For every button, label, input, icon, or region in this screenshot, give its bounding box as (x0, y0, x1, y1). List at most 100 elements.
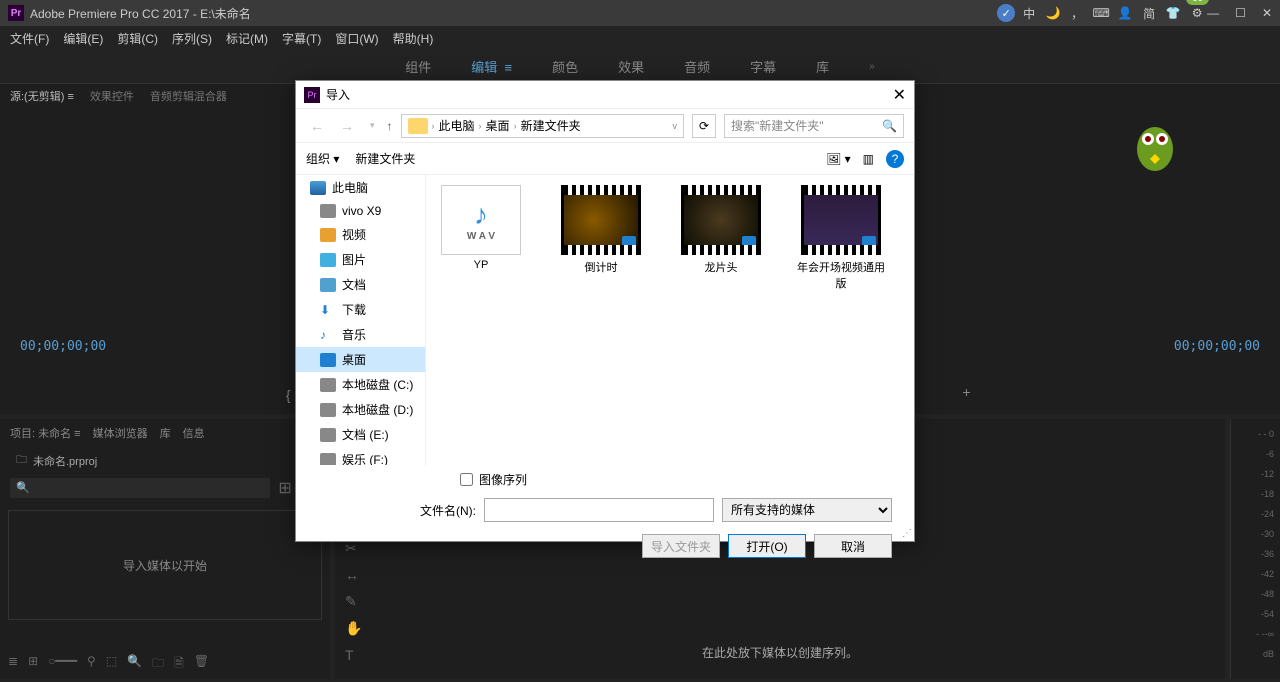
ime-punct[interactable]: ， (1067, 3, 1087, 23)
ws-overflow-icon[interactable]: » (869, 61, 875, 72)
new-item-icon[interactable]: 🗎 (174, 654, 184, 675)
sidebar-item[interactable]: 此电脑 (296, 175, 425, 200)
pen-icon[interactable]: ✎ (345, 593, 362, 610)
menu-sequence[interactable]: 序列(S) (172, 30, 212, 47)
tab-info[interactable]: 信息 (183, 425, 205, 441)
tab-libraries[interactable]: 库 (160, 425, 171, 441)
project-search[interactable] (10, 478, 270, 498)
file-item[interactable]: 倒计时 (556, 185, 646, 275)
menu-window[interactable]: 窗口(W) (335, 30, 378, 47)
filter-icon[interactable]: ⊞ (278, 478, 291, 498)
media-drop-zone[interactable]: 导入媒体以开始 (8, 510, 322, 620)
menu-edit[interactable]: 编辑(E) (63, 30, 103, 47)
timeline-drop-hint: 在此处放下媒体以创建序列。 (702, 644, 858, 661)
image-sequence-checkbox[interactable] (460, 473, 473, 486)
tab-media-browser[interactable]: 媒体浏览器 (93, 425, 148, 441)
icon-view-icon[interactable]: ⊞ (28, 654, 38, 675)
menu-file[interactable]: 文件(F) (10, 30, 49, 47)
ws-tab-libraries[interactable]: 库 (816, 57, 829, 76)
dialog-close-button[interactable]: ✕ (893, 85, 906, 105)
view-menu[interactable]: 🖼 ▾ (826, 152, 851, 166)
ime-zhong[interactable]: 中 (1019, 3, 1039, 23)
tab-project[interactable]: 项目: 未命名 ≡ (10, 425, 81, 441)
ime-gear-icon[interactable]: ⚙ (1187, 3, 1207, 23)
ws-tab-editing[interactable]: 编辑 ≡ (471, 57, 512, 76)
menu-title[interactable]: 字幕(T) (282, 30, 321, 47)
sidebar-item-label: 文档 (E:) (342, 426, 389, 443)
sidebar-item[interactable]: 文档 (296, 272, 425, 297)
sidebar-item[interactable]: vivo X9 (296, 200, 425, 222)
sidebar-item[interactable]: 文档 (E:) (296, 422, 425, 447)
ime-jian[interactable]: 简 (1139, 3, 1159, 23)
zoom-slider[interactable]: ○━━━ (48, 654, 77, 675)
slip-icon[interactable]: ↔ (345, 567, 362, 583)
ime-user-icon[interactable]: 👤 (1115, 3, 1135, 23)
ws-tab-audio[interactable]: 音频 (684, 57, 710, 76)
sidebar-item[interactable]: ⬇下载 (296, 297, 425, 322)
file-filter-select[interactable]: 所有支持的媒体 (722, 498, 892, 522)
nav-back-icon[interactable]: ← (306, 118, 328, 134)
new-bin-icon[interactable]: 🗀 (152, 654, 164, 675)
import-folder-button[interactable]: 导入文件夹 (642, 534, 720, 558)
trash-icon[interactable]: 🗑 (194, 654, 209, 675)
sidebar-item[interactable]: 图片 (296, 247, 425, 272)
ws-tab-color[interactable]: 颜色 (552, 57, 578, 76)
ws-tab-effects[interactable]: 效果 (618, 57, 644, 76)
nav-up-icon[interactable]: ↑ (387, 119, 393, 133)
bc-segment[interactable]: 桌面 (486, 117, 510, 134)
sidebar-item-label: 下载 (342, 301, 366, 318)
maximize-button[interactable]: ☐ (1235, 6, 1246, 20)
help-icon[interactable]: ? (886, 150, 904, 168)
type-icon[interactable]: T (345, 647, 362, 663)
file-item[interactable]: 年会开场视频通用版 (796, 185, 886, 291)
menu-help[interactable]: 帮助(H) (393, 30, 434, 47)
sidebar-item[interactable]: 视频 (296, 222, 425, 247)
sort-icon[interactable]: ⚲ (87, 654, 96, 675)
ime-skin-icon[interactable]: 👕 (1163, 3, 1183, 23)
open-button[interactable]: 打开(O) (728, 534, 806, 558)
mark-in-icon[interactable]: { (286, 387, 291, 404)
ime-moon-icon[interactable]: 🌙 (1043, 3, 1063, 23)
sidebar-item-label: 图片 (342, 251, 366, 268)
sidebar-item-icon (320, 428, 336, 442)
sidebar-item[interactable]: 娱乐 (F:) (296, 447, 425, 465)
sidebar-item[interactable]: 本地磁盘 (D:) (296, 397, 425, 422)
ws-tab-assembly[interactable]: 组件 (405, 57, 431, 76)
ime-keyboard-icon[interactable]: ⌨ (1091, 3, 1111, 23)
sidebar-item[interactable]: 本地磁盘 (C:) (296, 372, 425, 397)
ime-toggle[interactable]: ✓ (997, 4, 1015, 22)
dialog-sidebar: 此电脑vivo X9视频图片文档⬇下载♪音乐桌面本地磁盘 (C:)本地磁盘 (D… (296, 175, 426, 465)
bc-segment[interactable]: 此电脑 (439, 117, 475, 134)
ws-tab-titles[interactable]: 字幕 (750, 57, 776, 76)
refresh-button[interactable]: ⟳ (692, 114, 716, 138)
resize-grip[interactable]: ⋰ (902, 528, 912, 539)
tab-effect-controls[interactable]: 效果控件 (90, 88, 134, 104)
tab-source[interactable]: 源:(无剪辑) ≡ (10, 88, 74, 104)
breadcrumb[interactable]: › 此电脑 › 桌面 › 新建文件夹 v (401, 114, 684, 138)
cancel-button[interactable]: 取消 (814, 534, 892, 558)
sidebar-item[interactable]: 桌面 (296, 347, 425, 372)
menu-clip[interactable]: 剪辑(C) (117, 30, 158, 47)
bc-segment[interactable]: 新建文件夹 (521, 117, 581, 134)
menu-marker[interactable]: 标记(M) (226, 30, 268, 47)
nav-forward-icon[interactable]: → (336, 118, 358, 134)
minimize-button[interactable]: — (1207, 6, 1219, 20)
dialog-toolbar: 组织 ▾ 新建文件夹 🖼 ▾ ▥ ? (296, 143, 914, 175)
filename-input[interactable] (484, 498, 714, 522)
list-view-icon[interactable]: ≣ (8, 654, 18, 675)
settings-icon[interactable]: + (962, 384, 970, 404)
hand-icon[interactable]: ✋ (345, 620, 362, 637)
close-button[interactable]: ✕ (1262, 6, 1272, 20)
new-folder-button[interactable]: 新建文件夹 (355, 150, 415, 167)
preview-toggle[interactable]: ▥ (863, 152, 874, 166)
title-bar: Pr Adobe Premiere Pro CC 2017 - E:\未命名 ✓… (0, 0, 1280, 26)
organize-menu[interactable]: 组织 ▾ (306, 150, 339, 167)
nav-history-icon[interactable]: ▾ (366, 120, 379, 131)
tab-audio-mixer[interactable]: 音频剪辑混合器 (150, 88, 227, 104)
file-item[interactable]: 龙片头 (676, 185, 766, 275)
file-item[interactable]: ♪W A VYP (436, 185, 526, 271)
automate-icon[interactable]: ⬚ (106, 654, 117, 675)
search-field[interactable]: 搜索"新建文件夹" 🔍 (724, 114, 904, 138)
sidebar-item[interactable]: ♪音乐 (296, 322, 425, 347)
find-icon[interactable]: 🔍 (127, 654, 142, 675)
